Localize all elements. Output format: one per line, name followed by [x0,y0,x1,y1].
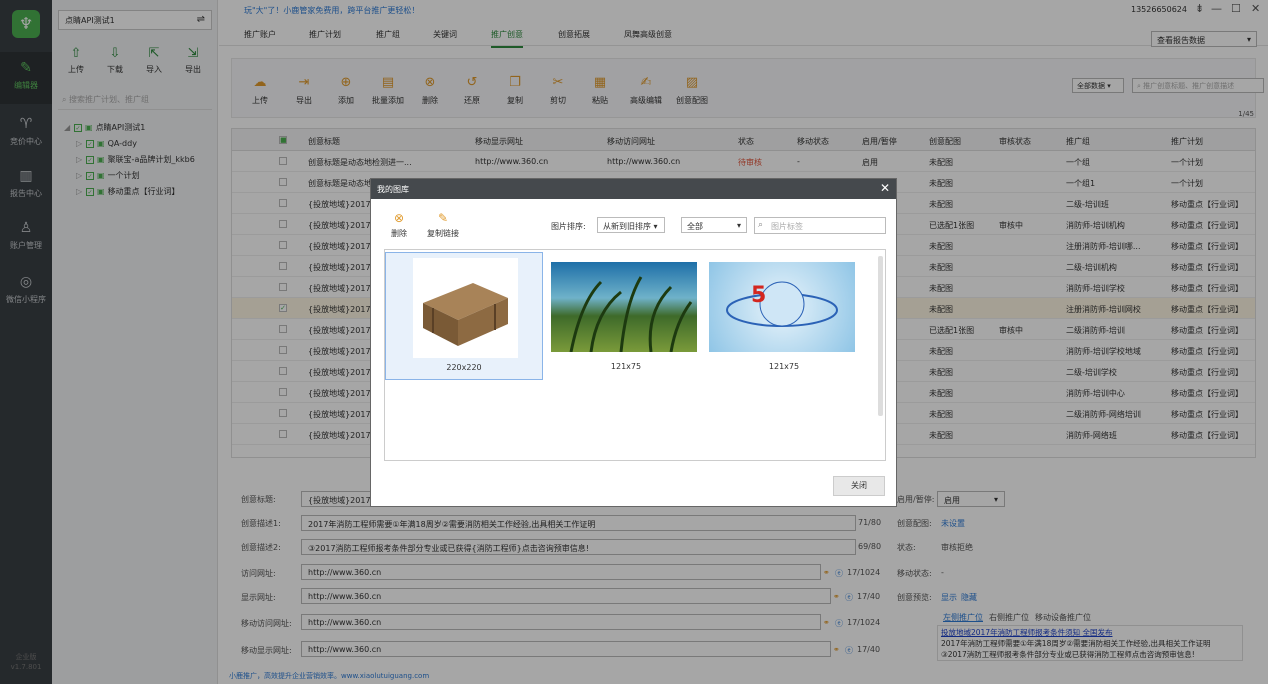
image-thumb[interactable]: 121x75 [547,252,705,380]
svg-text:5: 5 [751,283,766,308]
dialog-close-button[interactable]: 关闭 [833,476,885,496]
copy-link-icon: ✎ [437,211,449,225]
delete-icon: ⊗ [393,211,405,225]
image-grass [551,262,697,353]
copy-link-button[interactable]: ✎ 复制链接 [427,211,459,239]
image-caption: 121x75 [768,362,800,371]
image-gallery: 220x220 121x75 5 121x75 [384,249,886,461]
image-caption: 121x75 [610,362,642,371]
sort-select[interactable]: 从新到旧排序 ▾ [597,217,665,233]
close-icon[interactable]: ✕ [880,181,890,195]
image-logo: 5 [709,262,855,352]
image-library-dialog: 我的图库 ✕ ⊗ 删除 ✎ 复制链接 图片排序: 从新到旧排序 ▾ 全部 ▾ 图片标签 … [370,178,897,507]
image-thumb[interactable]: 220x220 [385,252,543,380]
dialog-delete-button[interactable]: ⊗ 删除 [391,211,407,239]
dialog-title-bar: 我的图库 ✕ [371,179,896,199]
sort-label: 图片排序: [551,222,586,231]
image-search-input[interactable]: 图片标签 [754,217,886,234]
image-thumb[interactable]: 5 121x75 [705,252,863,380]
gallery-scrollbar[interactable] [878,256,883,416]
dialog-title: 我的图库 [377,185,409,194]
category-select[interactable]: 全部 ▾ [681,217,747,233]
image-caption: 220x220 [446,363,482,372]
search-icon: ⌕ [758,220,764,230]
image-crate [413,258,518,358]
